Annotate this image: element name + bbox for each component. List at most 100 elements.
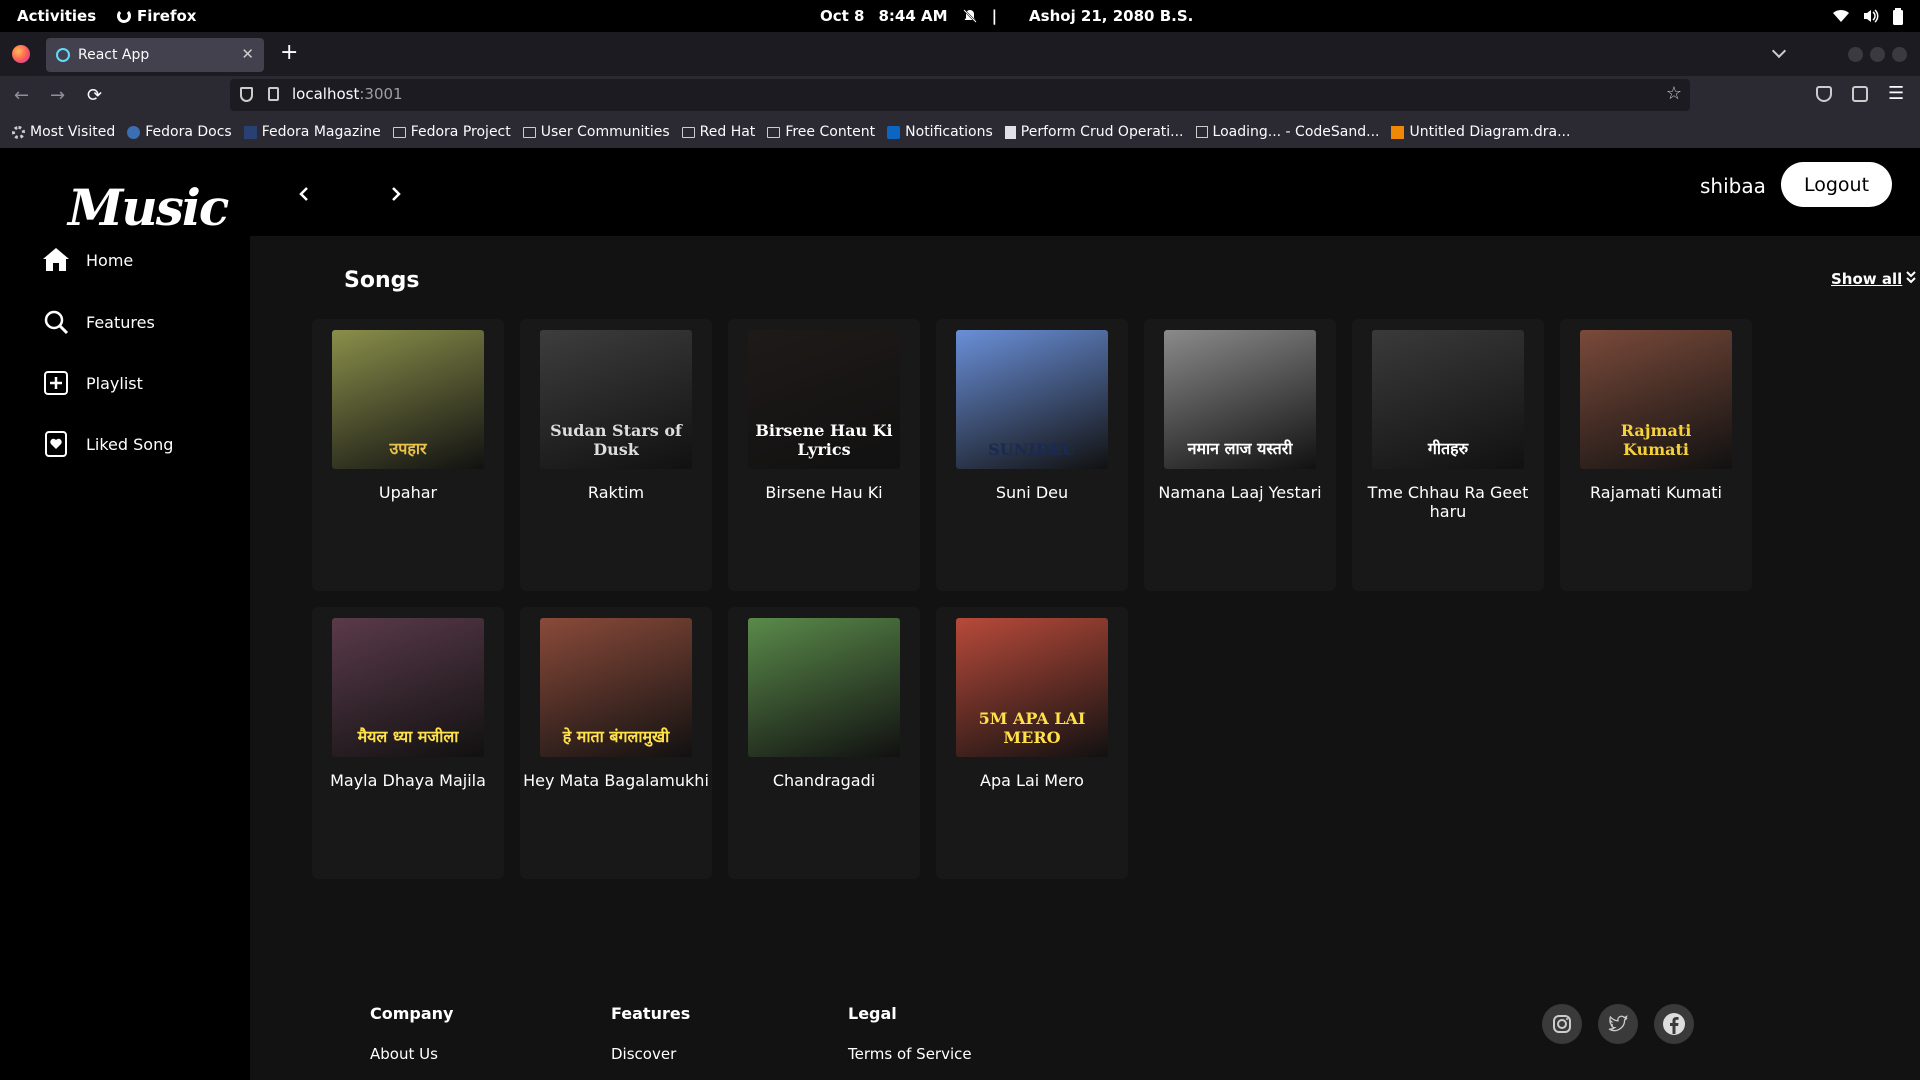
song-card[interactable]: मैयल ध्या मजीला Mayla Dhaya Majila [312, 607, 504, 879]
song-title: Raktim [587, 483, 645, 502]
activities-button[interactable]: Activities [17, 7, 96, 25]
folder-icon [681, 126, 695, 138]
app-menu-hamburger-icon[interactable]: ☰ [1888, 83, 1904, 104]
back-button[interactable]: ← [14, 85, 29, 106]
song-thumbnail: गीतहरु [1372, 330, 1524, 469]
twitter-icon[interactable] [1598, 1004, 1638, 1044]
clock-separator: | [991, 7, 998, 25]
double-chevron-down-icon [1906, 270, 1916, 288]
sidebar-item-playlist[interactable]: Playlist [42, 369, 143, 397]
notifications-muted-icon [962, 8, 978, 24]
footer-column-legal: Legal Terms of Service [848, 1004, 972, 1063]
song-title: Apa Lai Mero [980, 771, 1084, 790]
music-app: Music Home Features Playlist Liked Song [0, 148, 1920, 1080]
new-tab-button[interactable]: + [280, 42, 298, 64]
song-thumbnail: नमान लाज यस्तरी [1164, 330, 1316, 469]
footer-column-features: Features Discover [611, 1004, 690, 1063]
song-title: Birsene Hau Ki [765, 483, 883, 502]
firefox-app-icon [117, 9, 131, 23]
reload-button[interactable]: ⟳ [87, 85, 102, 106]
chevron-left-icon[interactable] [296, 186, 312, 202]
maximize-window-button[interactable] [1870, 47, 1885, 62]
volume-icon [1862, 8, 1879, 24]
system-top-bar: Activities Firefox Oct 8 8:44 AM | Ashoj… [0, 0, 1920, 32]
bookmark-untitled-diagram[interactable]: Untitled Diagram.dra... [1391, 124, 1570, 140]
username: shibaa [1700, 174, 1766, 198]
logout-button[interactable]: Logout [1781, 162, 1892, 207]
song-thumbnail: 5M APA LAI MERO [956, 618, 1108, 757]
song-card[interactable]: उपहार Upahar [312, 319, 504, 591]
url-text: localhost:3001 [292, 85, 403, 103]
bookmark-fedora-project[interactable]: Fedora Project [392, 124, 511, 140]
song-thumbnail: Birsene Hau Ki Lyrics [748, 330, 900, 469]
song-card[interactable]: Chandragadi [728, 607, 920, 879]
app-menu-label: Firefox [137, 7, 197, 25]
main-content: Songs Show all उपहार Upahar Sudan Stars of… [250, 236, 1920, 1080]
footer-link-discover[interactable]: Discover [611, 1045, 690, 1063]
drawio-icon [1391, 125, 1405, 139]
sidebar-item-liked-song[interactable]: Liked Song [42, 430, 173, 458]
bookmark-star-icon[interactable]: ☆ [1666, 83, 1682, 104]
footer-heading: Legal [848, 1004, 897, 1023]
tab-title: React App [78, 47, 150, 63]
close-tab-icon[interactable]: ✕ [241, 45, 254, 63]
folder-icon [522, 126, 536, 138]
bookmark-fedora-magazine[interactable]: Fedora Magazine [243, 124, 381, 140]
facebook-icon[interactable] [1654, 1004, 1694, 1044]
minimize-window-button[interactable] [1848, 47, 1863, 62]
footer-link-terms-of-service[interactable]: Terms of Service [848, 1045, 972, 1063]
music-logo[interactable]: Music [68, 178, 229, 237]
thumbnail-caption: मैयल ध्या मजीला [357, 727, 459, 746]
react-favicon-icon [56, 48, 70, 62]
song-card[interactable]: गीतहरु Tme Chhau Ra Geet haru [1352, 319, 1544, 591]
page-info-icon[interactable] [268, 87, 279, 101]
bookmark-free-content[interactable]: Free Content [767, 124, 875, 140]
song-card[interactable]: Sudan Stars of Dusk Raktim [520, 319, 712, 591]
fm-icon [243, 125, 257, 139]
forward-button[interactable]: → [50, 85, 65, 106]
song-title: Namana Laaj Yestari [1158, 483, 1322, 502]
song-card[interactable]: Birsene Hau Ki Lyrics Birsene Hau Ki [728, 319, 920, 591]
bookmark-notifications[interactable]: Notifications [887, 124, 993, 140]
thumbnail-caption: 5M APA LAI MERO [978, 709, 1086, 747]
sidebar-item-home[interactable]: Home [42, 246, 133, 274]
tab-react-app[interactable]: React App ✕ [46, 38, 264, 72]
system-tray[interactable] [1832, 8, 1908, 25]
section-title: Songs [344, 268, 420, 293]
show-all-link[interactable]: Show all [1831, 270, 1916, 288]
app-menu[interactable]: Firefox [117, 7, 196, 25]
song-thumbnail: मैयल ध्या मजीला [332, 618, 484, 757]
bookmark-user-communities[interactable]: User Communities [522, 124, 670, 140]
url-bar[interactable]: localhost:3001 ☆ [230, 79, 1690, 111]
pocket-icon[interactable] [1816, 86, 1832, 102]
list-all-tabs-icon[interactable] [1771, 43, 1787, 59]
footer-heading: Company [370, 1004, 454, 1023]
song-thumbnail: Rajmati Kumati [1580, 330, 1732, 469]
thumbnail-caption: Rajmati Kumati [1620, 421, 1692, 459]
song-card[interactable]: हे माता बंगलामुखी Hey Mata Bagalamukhi [520, 607, 712, 879]
firefox-menu-icon[interactable] [12, 45, 30, 63]
song-card[interactable]: नमान लाज यस्तरी Namana Laaj Yestari [1144, 319, 1336, 591]
bookmark-fedora-docs[interactable]: Fedora Docs [127, 124, 232, 140]
song-title: Chandragadi [772, 771, 876, 790]
app-header: shibaa Logout [250, 148, 1920, 236]
bookmark-red-hat[interactable]: Red Hat [681, 124, 755, 140]
clock-time: 8:44 AM [878, 7, 948, 25]
bookmark-codesandbox[interactable]: Loading... - CodeSand... [1195, 124, 1379, 140]
bookmark-perform-crud[interactable]: Perform Crud Operati... [1004, 124, 1184, 140]
footer-link-about-us[interactable]: About Us [370, 1045, 453, 1063]
folder-icon [767, 126, 781, 138]
sidebar-item-features[interactable]: Features [42, 308, 155, 336]
plus-square-icon [42, 369, 70, 397]
box-icon [1195, 126, 1208, 138]
extensions-icon[interactable] [1852, 86, 1868, 102]
clock[interactable]: Oct 8 8:44 AM | Ashoj 21, 2080 B.S. [820, 7, 1193, 25]
close-window-button[interactable] [1892, 47, 1907, 62]
song-card[interactable]: 5M APA LAI MERO Apa Lai Mero [936, 607, 1128, 879]
chevron-right-icon[interactable] [388, 186, 404, 202]
bookmark-most-visited[interactable]: Most Visited [12, 124, 115, 140]
instagram-icon[interactable] [1542, 1004, 1582, 1044]
song-card[interactable]: SUNIDEU Suni Deu [936, 319, 1128, 591]
song-card[interactable]: Rajmati Kumati Rajamati Kumati [1560, 319, 1752, 591]
tracking-protection-icon[interactable] [240, 87, 253, 102]
